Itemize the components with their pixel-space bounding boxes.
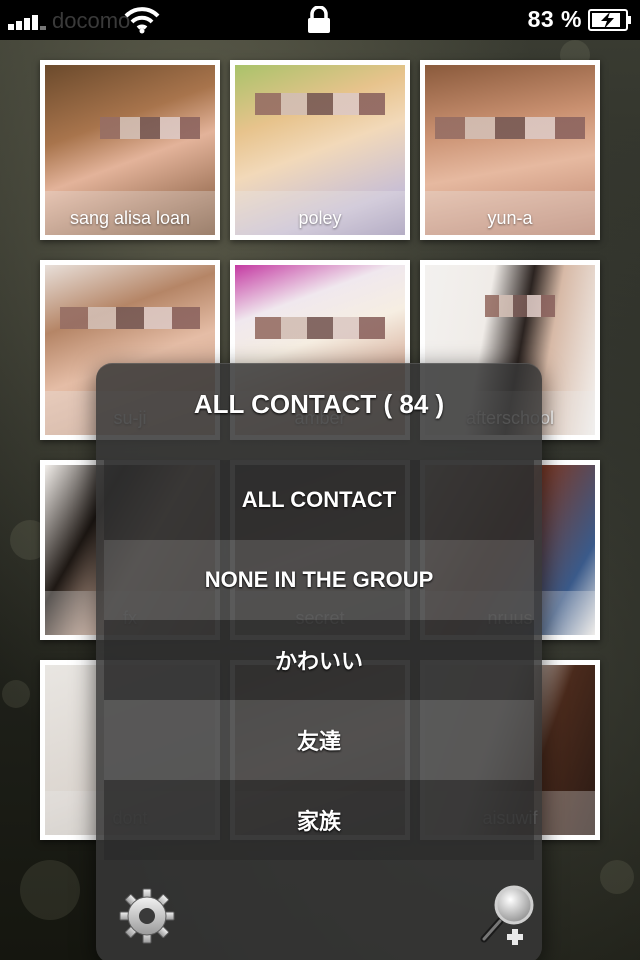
pixelated-face [100,117,200,139]
group-item-kawaii[interactable]: かわいい [104,620,534,700]
contact-name: poley [298,208,342,228]
wifi-icon [124,7,160,34]
group-picker-title[interactable]: ALL CONTACT ( 84 ) [96,389,542,420]
app-screen: docomo 83 % sang alisa loan poley yun-a … [0,0,640,960]
bokeh-light [600,860,634,894]
pixelated-face [255,93,385,115]
carrier-label: docomo [52,8,131,33]
group-item-none-in-group[interactable]: NONE IN THE GROUP [104,540,534,620]
bokeh-light [20,860,80,920]
contact-tile[interactable]: yun-a [420,60,600,240]
contact-tile[interactable]: poley [230,60,410,240]
gear-icon[interactable] [118,887,176,945]
status-bar: docomo 83 % [0,0,640,40]
signal-icon [8,12,48,30]
search-add-icon[interactable] [478,883,538,945]
pixelated-face [60,307,200,329]
group-picker-popover: ALL CONTACT ( 84 ) ALL CONTACT NONE IN T… [96,363,542,960]
contact-name: yun-a [487,208,533,228]
battery-charging-icon [588,9,631,31]
battery-percent: 83 % [527,6,582,32]
pixelated-face [435,117,585,139]
group-item-family[interactable]: 家族 [104,780,534,860]
group-item-friends[interactable]: 友達 [104,700,534,780]
pixelated-face [255,317,385,339]
contact-tile[interactable]: sang alisa loan [40,60,220,240]
lock-icon [308,6,330,33]
contact-name: sang alisa loan [69,208,191,228]
group-item-all-contact[interactable]: ALL CONTACT [104,460,534,540]
bokeh-light [2,680,30,708]
pixelated-face [485,295,555,317]
